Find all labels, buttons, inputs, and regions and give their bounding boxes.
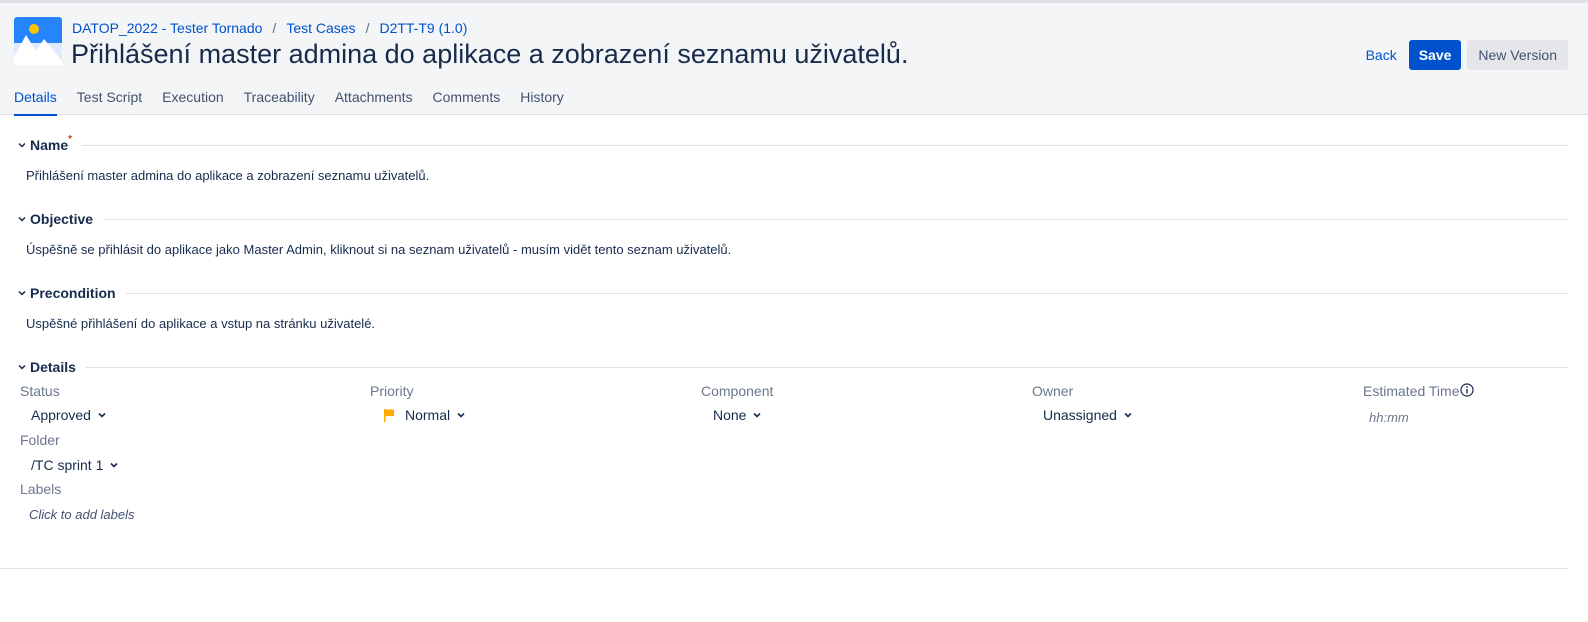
section-divider <box>82 144 1568 146</box>
bottom-divider <box>0 568 1568 569</box>
chevron-down-icon <box>110 462 118 468</box>
labels-input[interactable]: Click to add labels <box>29 507 135 522</box>
required-marker: * <box>68 134 73 145</box>
objective-section-title: Objective <box>30 211 94 227</box>
precondition-section-header[interactable]: Precondition <box>16 285 1568 301</box>
page-header: DATOP_2022 - Tester Tornado / Test Cases / D… <box>0 3 1588 116</box>
precondition-section-title: Precondition <box>30 285 116 301</box>
project-avatar-icon <box>14 17 62 65</box>
breadcrumb-separator: / <box>272 20 277 36</box>
status-label: Status <box>20 383 60 399</box>
chevron-down-icon <box>18 142 26 148</box>
component-dropdown[interactable]: None <box>713 407 762 423</box>
component-label: Component <box>701 383 774 399</box>
name-section-title: Name* <box>30 134 73 153</box>
details-section-title: Details <box>30 359 76 375</box>
objective-value[interactable]: Úspěšně se přihlásit do aplikace jako Ma… <box>26 242 731 257</box>
info-icon[interactable] <box>1460 383 1474 397</box>
tab-traceability[interactable]: Traceability <box>244 81 315 116</box>
chevron-down-icon <box>457 412 465 418</box>
owner-value: Unassigned <box>1043 407 1117 423</box>
chevron-down-icon <box>98 412 106 418</box>
folder-dropdown[interactable]: /TC sprint 1 <box>31 457 119 473</box>
owner-dropdown[interactable]: Unassigned <box>1043 407 1133 423</box>
breadcrumb: DATOP_2022 - Tester Tornado / Test Cases / D… <box>72 20 467 36</box>
tab-execution[interactable]: Execution <box>162 81 223 116</box>
back-button[interactable]: Back <box>1360 42 1403 68</box>
breadcrumb-separator: / <box>365 20 370 36</box>
tab-history[interactable]: History <box>520 81 564 116</box>
save-button[interactable]: Save <box>1408 40 1462 70</box>
tab-comments[interactable]: Comments <box>433 81 501 116</box>
breadcrumb-key-link[interactable]: D2TT-T9 (1.0) <box>379 20 467 36</box>
name-section-header[interactable]: Name* <box>16 134 1568 153</box>
priority-dropdown[interactable]: Normal <box>383 407 466 423</box>
section-divider <box>103 218 1568 220</box>
breadcrumb-testcases-link[interactable]: Test Cases <box>286 20 355 36</box>
tab-test-script[interactable]: Test Script <box>77 81 142 116</box>
precondition-value[interactable]: Uspěšné přihlášení do aplikace a vstup n… <box>26 316 375 331</box>
component-value: None <box>713 407 747 423</box>
section-divider <box>125 292 1568 294</box>
section-divider <box>85 366 1568 368</box>
chevron-down-icon <box>18 216 26 222</box>
estimated-time-input[interactable]: hh:mm <box>1369 410 1409 425</box>
objective-section-header[interactable]: Objective <box>16 211 1568 227</box>
details-section-header[interactable]: Details <box>16 359 1568 375</box>
new-version-button[interactable]: New Version <box>1467 40 1568 70</box>
priority-label: Priority <box>370 383 414 399</box>
name-value[interactable]: Přihlášení master admina do aplikace a z… <box>26 168 429 183</box>
chevron-down-icon <box>18 290 26 296</box>
chevron-down-icon <box>753 412 762 418</box>
chevron-down-icon <box>1124 412 1132 418</box>
header-actions: Back Save New Version <box>1360 40 1568 70</box>
owner-label: Owner <box>1032 383 1074 399</box>
tab-details[interactable]: Details <box>14 81 57 116</box>
labels-label: Labels <box>20 481 62 497</box>
chevron-down-icon <box>18 364 26 370</box>
folder-value: /TC sprint 1 <box>31 457 104 473</box>
estimated-time-label: Estimated Time <box>1363 383 1460 399</box>
status-value: Approved <box>31 407 91 423</box>
status-dropdown[interactable]: Approved <box>31 407 107 423</box>
breadcrumb-project-link[interactable]: DATOP_2022 - Tester Tornado <box>72 20 262 36</box>
folder-label: Folder <box>20 432 60 448</box>
tab-bar: Details Test Script Execution Traceabili… <box>14 81 564 116</box>
page-title: Přihlášení master admina do aplikace a z… <box>71 39 909 69</box>
flag-icon <box>384 408 394 422</box>
tab-attachments[interactable]: Attachments <box>335 81 413 116</box>
priority-value: Normal <box>405 407 451 423</box>
